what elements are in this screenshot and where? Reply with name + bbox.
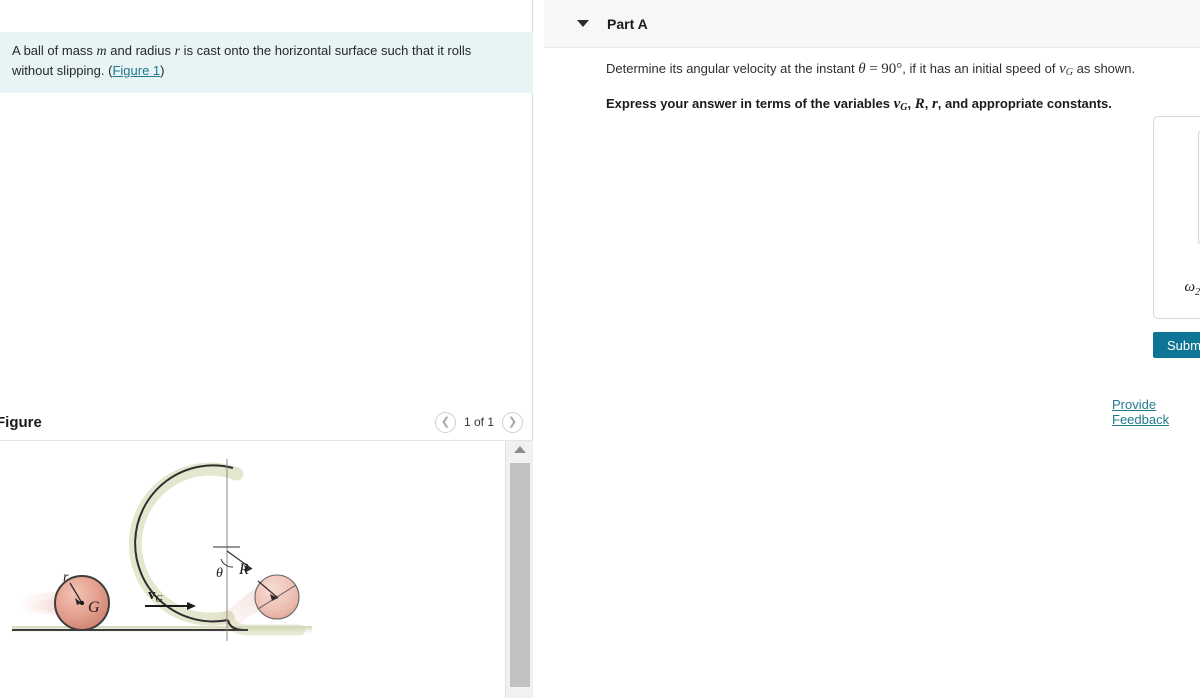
question-text-before: A ball of mass — [12, 43, 97, 58]
prompt-eq: = — [869, 61, 878, 77]
physics-diagram-svg: θ R r G vG — [12, 459, 312, 641]
figure-diagram: θ R r G vG — [0, 441, 505, 698]
action-row: Submit Request Answer — [1153, 330, 1200, 360]
prompt-2-d: , and appropriate constants. — [937, 95, 1112, 111]
chevron-right-icon: ❯ — [507, 415, 518, 428]
provide-feedback-link[interactable]: Provide Feedback — [1112, 397, 1169, 427]
right-panel: Part A Determine its angular velocity at… — [544, 0, 1200, 698]
caret-down-icon[interactable] — [577, 20, 589, 27]
question-statement: A ball of mass m and radius r is cast on… — [0, 32, 533, 94]
prompt-vG: v — [1059, 61, 1066, 77]
prompt-1-b: , if it has an initial speed of — [902, 61, 1060, 76]
prompt-line-2: Express your answer in terms of the vari… — [544, 95, 1200, 115]
prompt-1-a: Determine its angular velocity at the in… — [606, 61, 859, 76]
question-text-mid: and radius — [106, 43, 175, 58]
part-a-header[interactable]: Part A — [544, 0, 1200, 48]
prompt-2-R: R — [914, 95, 925, 112]
provide-feedback-container: Provide Feedback — [1112, 397, 1200, 427]
part-a-title: Part A — [607, 15, 648, 32]
problem-page: A ball of mass m and radius r is cast on… — [0, 0, 1200, 698]
figure-1-link[interactable]: Figure 1 — [112, 63, 160, 78]
prompt-vG-sub: G — [1065, 67, 1073, 78]
omega-subscript: 2 — [1195, 287, 1200, 298]
question-text-end: ) — [160, 63, 165, 79]
prompt-1-c: as shown. — [1073, 61, 1136, 76]
prompt-line-1: Determine its angular velocity at the in… — [544, 60, 1200, 80]
triangle-up-icon — [514, 446, 526, 453]
question-var-m: m — [96, 44, 107, 59]
figure-scrollbar-thumb[interactable] — [510, 463, 530, 687]
figure-prev-button[interactable]: ❮ — [434, 411, 456, 433]
figure-page-count: 1 of 1 — [463, 415, 494, 429]
figure-next-button[interactable]: ❯ — [502, 411, 523, 433]
chevron-left-icon: ❮ — [440, 415, 451, 428]
answer-row: ω2 = — [1170, 271, 1200, 306]
prompt-2-b: , — [907, 95, 915, 111]
vG-label: vG — [148, 587, 163, 605]
theta-label: θ — [216, 566, 223, 581]
r-label: r — [63, 570, 69, 585]
G-label: G — [88, 599, 100, 616]
submit-button[interactable]: Submit — [1153, 332, 1200, 358]
prompt-area: Determine its angular velocity at the in… — [544, 60, 1200, 129]
prompt-2-a: Express your answer in terms of the vari… — [606, 95, 894, 111]
omega-symbol: ω — [1184, 279, 1196, 295]
R-label: R — [238, 561, 249, 578]
answer-label: ω2 = — [1170, 279, 1200, 298]
figure-title: Figure — [0, 413, 42, 431]
answer-panel: n ΑΣϕ ↓↑ vec — [1153, 116, 1200, 319]
figure-header: Figure ❮ 1 of 1 ❯ — [0, 404, 533, 440]
figure-pager: ❮ 1 of 1 ❯ — [434, 411, 523, 433]
figure-scroll-up-button[interactable] — [506, 441, 533, 458]
figure-body: θ R r G vG — [0, 440, 533, 698]
prompt-90deg: 90° — [881, 61, 903, 77]
figure-scrollbar[interactable] — [505, 441, 533, 698]
left-panel: A ball of mass m and radius r is cast on… — [0, 0, 533, 698]
prompt-theta: θ — [858, 61, 866, 77]
prompt-2-c: , — [924, 95, 932, 111]
